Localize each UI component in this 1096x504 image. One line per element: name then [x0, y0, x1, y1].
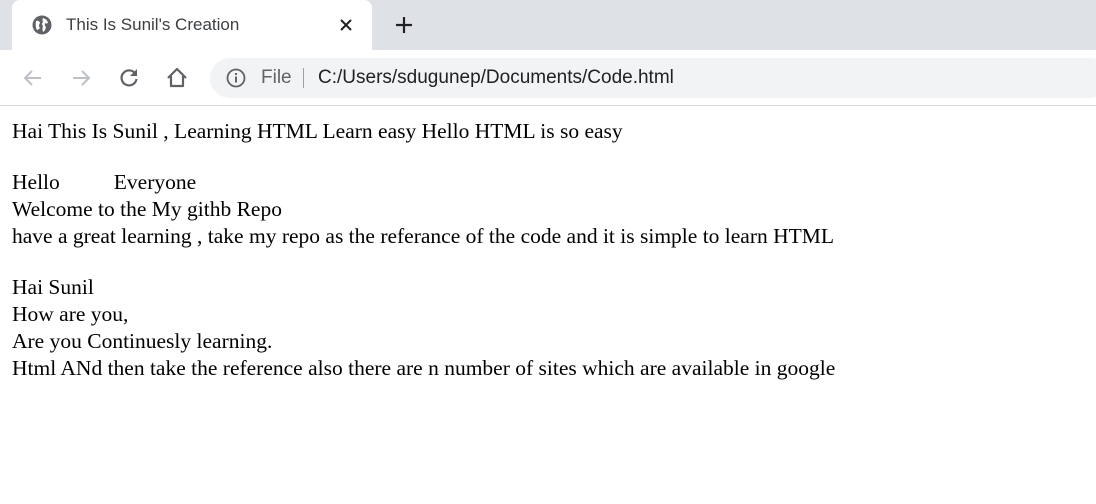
hello-text: Hello	[12, 170, 60, 194]
hello-everyone-line: Hello Everyone	[12, 169, 1082, 196]
close-icon[interactable]	[338, 17, 354, 33]
address-bar[interactable]: File C:/Users/sdugunep/Documents/Code.ht…	[210, 58, 1096, 98]
everyone-text: Everyone	[113, 170, 197, 194]
learning-line: have a great learning , take my repo as …	[12, 224, 835, 248]
browser-tab[interactable]: This Is Sunil's Creation	[12, 0, 372, 50]
reference-line: Html ANd then take the reference also th…	[12, 356, 836, 380]
globe-icon	[32, 15, 52, 35]
url-scheme-label: File	[261, 67, 292, 88]
page-content: Hai This Is Sunil , Learning HTML Learn …	[12, 118, 1082, 382]
continuous-learning-line: Are you Continuesly learning.	[12, 329, 273, 353]
intro-line: Hai This Is Sunil , Learning HTML Learn …	[12, 119, 623, 143]
welcome-line: Welcome to the My githb Repo	[12, 197, 282, 221]
back-arrow-icon[interactable]	[21, 66, 45, 90]
address-separator	[303, 68, 304, 88]
tab-strip: This Is Sunil's Creation	[0, 0, 1096, 50]
home-icon[interactable]	[165, 66, 189, 90]
info-icon[interactable]	[226, 68, 246, 88]
how-are-you-line: How are you,	[12, 302, 129, 326]
reload-icon[interactable]	[117, 66, 141, 90]
new-tab-icon[interactable]	[394, 15, 414, 35]
tab-title: This Is Sunil's Creation	[66, 15, 240, 34]
forward-arrow-icon[interactable]	[69, 66, 93, 90]
browser-toolbar: File C:/Users/sdugunep/Documents/Code.ht…	[0, 50, 1096, 106]
greeting-line: Hai Sunil	[12, 275, 94, 299]
url-text[interactable]: C:/Users/sdugunep/Documents/Code.html	[318, 67, 674, 89]
